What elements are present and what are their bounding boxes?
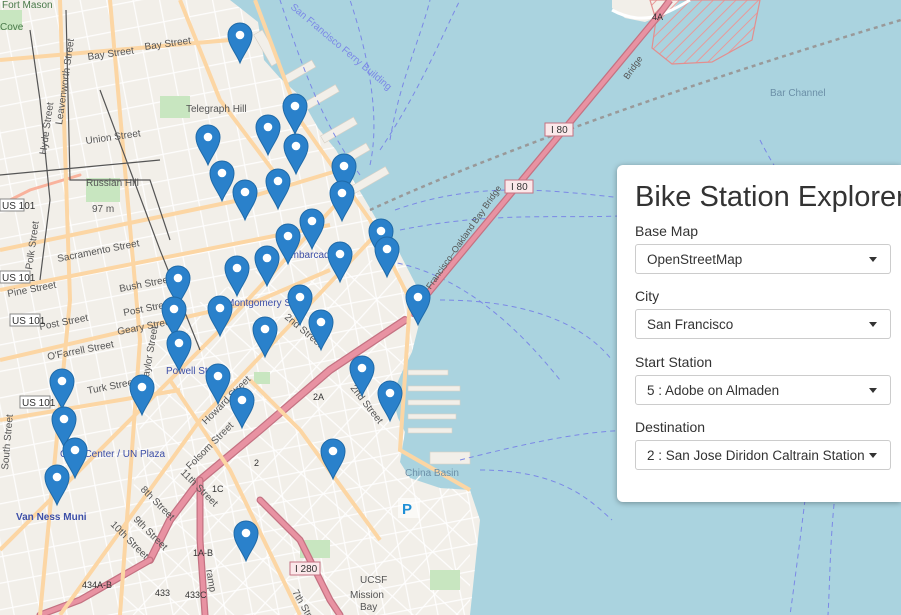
destination-label: Destination — [635, 419, 706, 435]
chevron-down-icon — [869, 388, 877, 393]
svg-text:US 101: US 101 — [22, 398, 56, 409]
label-bar-channel: Bar Channel — [770, 88, 826, 99]
svg-text:US 101: US 101 — [2, 201, 36, 212]
svg-text:4A: 4A — [652, 12, 663, 22]
svg-text:433C: 433C — [185, 590, 207, 600]
chevron-down-icon — [869, 322, 877, 327]
start-station-value: 5 : Adobe on Almaden — [647, 383, 780, 398]
svg-text:P: P — [402, 501, 412, 518]
svg-text:1C: 1C — [212, 484, 224, 494]
control-panel: Bike Station Explorer Base Map OpenStree… — [617, 165, 901, 502]
svg-text:434A-B: 434A-B — [82, 580, 112, 590]
svg-text:I 80: I 80 — [551, 125, 568, 136]
city-label: City — [635, 288, 660, 304]
svg-text:2A: 2A — [313, 392, 324, 402]
label-mission-bay-2: Bay — [360, 602, 377, 613]
destination-value: 2 : San Jose Diridon Caltrain Station — [647, 448, 865, 463]
svg-text:US 101: US 101 — [2, 273, 36, 284]
destination-select[interactable]: 2 : San Jose Diridon Caltrain Station — [635, 440, 891, 470]
label-china-basin: China Basin — [405, 468, 459, 479]
svg-text:I 80: I 80 — [511, 182, 528, 193]
city-select[interactable]: San Francisco — [635, 309, 891, 339]
start-station-label: Start Station — [635, 354, 713, 370]
base-map-label: Base Map — [635, 223, 699, 239]
svg-text:US 101: US 101 — [12, 316, 46, 327]
label-telegraph-hill: Telegraph Hill — [186, 104, 247, 115]
label-fort-mason: Fort Mason — [2, 0, 53, 11]
label-montgomery: Montgomery St — [226, 298, 294, 309]
label-russian-hill-elev: 97 m — [92, 204, 114, 215]
svg-text:1A-B: 1A-B — [193, 548, 213, 558]
chevron-down-icon — [869, 257, 877, 262]
chevron-down-icon — [869, 453, 877, 458]
svg-text:I 280: I 280 — [295, 564, 318, 575]
svg-text:2: 2 — [254, 458, 259, 468]
label-van-ness: Van Ness Muni — [16, 512, 87, 523]
base-map-select[interactable]: OpenStreetMap — [635, 244, 891, 274]
label-russian-hill: Russian Hill — [86, 178, 139, 189]
label-mission-bay-1: Mission — [350, 590, 384, 601]
base-map-value: OpenStreetMap — [647, 252, 743, 267]
svg-text:433: 433 — [155, 588, 170, 598]
label-powell: Powell St — [166, 366, 208, 377]
panel-title: Bike Station Explorer — [635, 181, 901, 213]
label-ucsf: UCSF — [360, 575, 387, 586]
start-station-select[interactable]: 5 : Adobe on Almaden — [635, 375, 891, 405]
label-cove: Cove — [0, 22, 24, 33]
city-value: San Francisco — [647, 317, 734, 332]
parking-icon: P — [398, 498, 420, 518]
